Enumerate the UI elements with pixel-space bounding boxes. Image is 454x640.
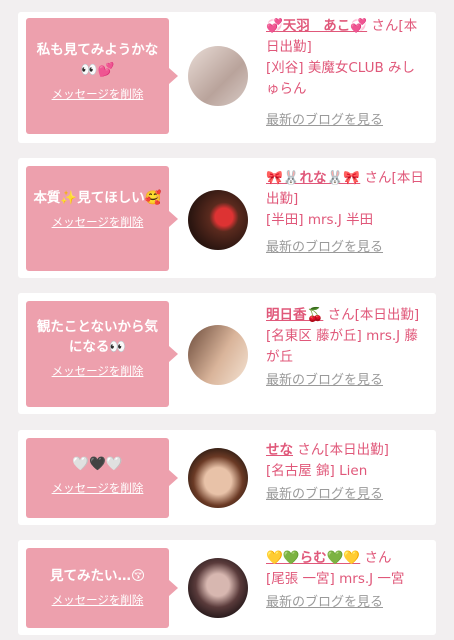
delete-message-link[interactable]: メッセージを削除 bbox=[52, 363, 144, 379]
latest-blog-link[interactable]: 最新のブログを見る bbox=[266, 110, 383, 131]
message-card: 観たことないから気になる👀 メッセージを削除 明日香🍒 さん[本日出勤] [名東… bbox=[18, 293, 436, 414]
honorific: さん bbox=[364, 170, 392, 186]
message-card: 本質✨見てほしい🥰 メッセージを削除 🎀🐰れな🐰🎀 さん[本日出勤] [半田] … bbox=[18, 158, 436, 278]
message-bubble: 私も見てみようかな👀💕 メッセージを削除 bbox=[26, 18, 178, 134]
latest-blog-link[interactable]: 最新のブログを見る bbox=[266, 370, 383, 391]
message-text: 観たことないから気になる👀 bbox=[36, 319, 159, 355]
profile-info: 🎀🐰れな🐰🎀 さん[本日出勤] [半田] mrs.J 半田 最新のブログを見る bbox=[266, 168, 428, 258]
delete-message-link[interactable]: メッセージを削除 bbox=[52, 214, 144, 230]
avatar[interactable] bbox=[188, 325, 248, 385]
message-bubble: 🤍🖤🤍 メッセージを削除 bbox=[26, 438, 178, 518]
message-card: 🤍🖤🤍 メッセージを削除 せな さん[本日出勤] [名古屋 錦] Lien 最新… bbox=[18, 430, 436, 525]
status-badge: [本日出勤] bbox=[324, 442, 389, 458]
girl-name-link[interactable]: 明日香🍒 bbox=[266, 307, 323, 323]
latest-blog-link[interactable]: 最新のブログを見る bbox=[266, 237, 383, 258]
shop-name: [尾張 一宮] mrs.J 一宮 bbox=[266, 571, 405, 587]
message-text: 🤍🖤🤍 bbox=[72, 456, 123, 472]
girl-name-link[interactable]: せな bbox=[266, 442, 293, 458]
shop-name: [刈谷] 美魔女CLUB みしゅらん bbox=[266, 60, 416, 97]
message-bubble: 観たことないから気になる👀 メッセージを削除 bbox=[26, 301, 178, 407]
delete-message-link[interactable]: メッセージを削除 bbox=[52, 592, 144, 608]
latest-blog-link[interactable]: 最新のブログを見る bbox=[266, 592, 383, 613]
delete-message-link[interactable]: メッセージを削除 bbox=[52, 480, 144, 496]
honorific: さん bbox=[371, 18, 399, 34]
message-bubble: 見てみたい…😚 メッセージを削除 bbox=[26, 548, 178, 628]
girl-name-link[interactable]: 💞天羽 あこ💞 bbox=[266, 18, 367, 34]
profile-info: せな さん[本日出勤] [名古屋 錦] Lien 最新のブログを見る bbox=[266, 440, 428, 505]
avatar[interactable] bbox=[188, 190, 248, 250]
message-bubble: 本質✨見てほしい🥰 メッセージを削除 bbox=[26, 166, 178, 271]
avatar[interactable] bbox=[188, 46, 248, 106]
message-card: 見てみたい…😚 メッセージを削除 💛💚らむ💚💛 さん [尾張 一宮] mrs.J… bbox=[18, 540, 436, 635]
avatar[interactable] bbox=[188, 448, 248, 508]
avatar[interactable] bbox=[188, 558, 248, 618]
profile-info: 💞天羽 あこ💞 さん[本日出勤] [刈谷] 美魔女CLUB みしゅらん 最新のブ… bbox=[266, 16, 428, 131]
message-text: 見てみたい…😚 bbox=[49, 568, 146, 584]
message-text: 本質✨見てほしい🥰 bbox=[33, 190, 162, 206]
shop-name: [半田] mrs.J 半田 bbox=[266, 212, 374, 228]
honorific: さん bbox=[364, 550, 392, 566]
honorific: さん bbox=[297, 442, 325, 458]
message-text: 私も見てみようかな👀💕 bbox=[36, 42, 159, 78]
status-badge: [本日出勤] bbox=[354, 307, 420, 323]
honorific: さん bbox=[327, 307, 355, 323]
girl-name-link[interactable]: 💛💚らむ💚💛 bbox=[266, 550, 360, 566]
latest-blog-link[interactable]: 最新のブログを見る bbox=[266, 484, 383, 505]
message-card: 私も見てみようかな👀💕 メッセージを削除 💞天羽 あこ💞 さん[本日出勤] [刈… bbox=[18, 12, 436, 143]
profile-info: 明日香🍒 さん[本日出勤] [名東区 藤が丘] mrs.J 藤が丘 最新のブログ… bbox=[266, 305, 428, 391]
shop-name: [名東区 藤が丘] mrs.J 藤が丘 bbox=[266, 328, 418, 365]
girl-name-link[interactable]: 🎀🐰れな🐰🎀 bbox=[266, 170, 360, 186]
shop-name: [名古屋 錦] Lien bbox=[266, 463, 368, 479]
delete-message-link[interactable]: メッセージを削除 bbox=[52, 86, 144, 102]
profile-info: 💛💚らむ💚💛 さん [尾張 一宮] mrs.J 一宮 最新のブログを見る bbox=[266, 548, 428, 613]
